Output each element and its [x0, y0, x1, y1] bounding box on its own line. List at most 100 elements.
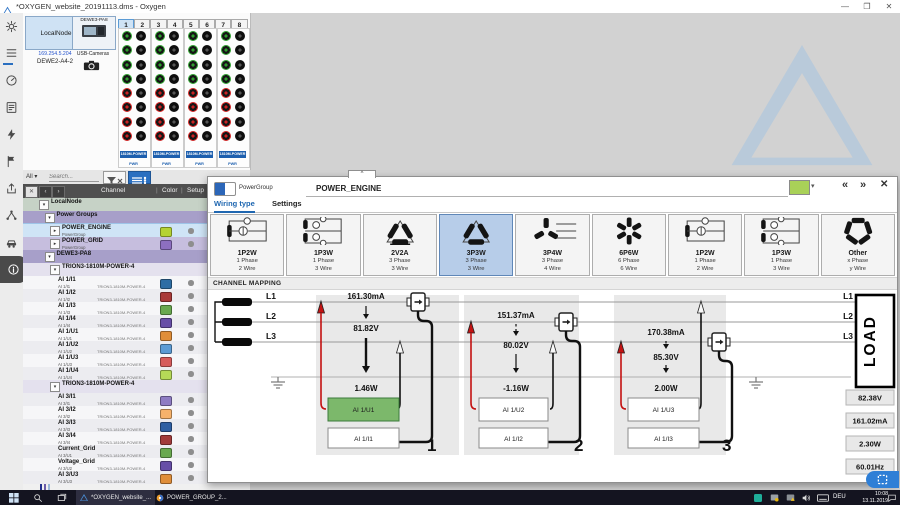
tray-date: 13.11.2019 — [862, 497, 888, 504]
wiring-type-other-8[interactable]: Other x Phase y Wire — [820, 214, 895, 276]
group-color-swatch[interactable] — [789, 180, 810, 195]
module-label-bar: 1810M-POWER — [153, 151, 180, 158]
color-chip[interactable] — [160, 343, 172, 354]
channel-list-icon[interactable] — [0, 40, 23, 67]
close-dialog-button[interactable]: ✕ — [880, 179, 888, 190]
events-icon[interactable] — [0, 148, 23, 175]
collapse-dialog-handle[interactable]: ^ — [348, 170, 376, 178]
expander-icon[interactable]: ▸ — [50, 239, 60, 249]
line-label-right-L2: L2 — [843, 311, 853, 321]
remote-device-card[interactable]: DEWE3-PA8 — [72, 16, 116, 50]
speaker-icon[interactable] — [800, 492, 812, 504]
settings-icon[interactable] — [0, 13, 23, 40]
color-chip[interactable] — [160, 356, 172, 367]
color-chip[interactable] — [160, 226, 172, 237]
wiring-type-3p3w-3[interactable]: 3P3W 3 Phase 3 Wire — [438, 214, 514, 276]
color-chip[interactable] — [160, 369, 172, 380]
maximize-button[interactable]: ❐ — [856, 0, 878, 13]
status-dot — [188, 345, 194, 351]
collapse-all-button[interactable]: ✕ — [25, 185, 38, 198]
wiring-type-1p3w-1[interactable]: 1P3W 1 Phase 3 Wire — [286, 214, 361, 276]
close-button[interactable]: ✕ — [878, 0, 900, 13]
color-chip[interactable] — [160, 395, 172, 406]
trigger-icon[interactable] — [0, 121, 23, 148]
back-button[interactable]: ‹ — [39, 185, 52, 198]
color-chip[interactable] — [160, 421, 172, 432]
measurement-icon[interactable] — [0, 67, 23, 94]
color-chip[interactable] — [160, 460, 172, 471]
start-button[interactable] — [4, 492, 24, 504]
column-color[interactable]: Color — [162, 187, 178, 194]
tab-wiring-type[interactable]: Wiring type — [214, 199, 255, 213]
color-chip[interactable] — [160, 330, 172, 341]
expander-icon[interactable]: ▾ — [44, 213, 55, 223]
previous-group-button[interactable]: « — [842, 179, 848, 191]
banana-jack-signal — [188, 131, 198, 142]
clock[interactable]: 10:08 13.11.2019 — [848, 491, 888, 504]
row-label: AI 3/I2 — [58, 407, 76, 413]
expander-icon[interactable]: ▾ — [50, 265, 60, 275]
expander-icon[interactable]: ▾ — [39, 200, 49, 210]
filter-funnel-button[interactable] — [103, 171, 126, 184]
tab-settings[interactable]: Settings — [272, 199, 302, 211]
export-icon[interactable] — [0, 175, 23, 202]
search-icon[interactable] — [28, 492, 48, 504]
banana-jack-ground — [202, 88, 212, 99]
color-chip[interactable] — [160, 239, 172, 250]
color-chip[interactable] — [160, 434, 172, 445]
color-chip[interactable] — [160, 278, 172, 289]
network-icon[interactable] — [0, 202, 23, 229]
group-name-input[interactable] — [306, 180, 788, 197]
wiring-type-2v2a-2[interactable]: 2V2A 3 Phase 3 Wire — [362, 214, 437, 276]
color-chip[interactable] — [160, 291, 172, 302]
expander-icon[interactable]: ▾ — [44, 252, 55, 262]
row-label: AI 1/U1 — [58, 329, 79, 335]
column-channel[interactable]: Channel — [101, 187, 125, 194]
tray-app-icon-2[interactable] — [768, 492, 780, 504]
color-chip[interactable] — [160, 473, 172, 484]
expander-icon[interactable]: ▾ — [50, 382, 60, 392]
filter-dropdown[interactable]: All ▾ — [26, 173, 37, 180]
current-clamp — [406, 292, 430, 312]
tray-app-icon-1[interactable] — [752, 492, 764, 504]
taskbar-app-oxygen[interactable]: *OXYGEN_website_... — [76, 490, 156, 505]
row-module-label: TRION3-1810M-POWER-4 — [97, 361, 146, 367]
keyboard-icon[interactable] — [816, 492, 830, 504]
color-chip[interactable] — [160, 304, 172, 315]
screens-icon[interactable] — [0, 94, 23, 121]
row-sublabel: AI 1/I1 — [58, 283, 71, 289]
vehicle-icon[interactable] — [0, 229, 23, 256]
wiring-type-3p4w-4[interactable]: 3P4W 3 Phase 4 Wire — [515, 214, 590, 276]
channel-view-button[interactable] — [128, 171, 151, 185]
forward-button[interactable]: › — [52, 185, 65, 198]
camera-icon[interactable] — [83, 58, 100, 76]
color-dropdown-icon[interactable]: ▾ — [811, 182, 815, 190]
tray-warning-icon[interactable] — [784, 492, 796, 504]
wiring-type-1p2w-6[interactable]: 1P2W 1 Phase 2 Wire — [667, 214, 743, 276]
color-chip[interactable] — [160, 408, 172, 419]
banana-jack-ground — [235, 102, 245, 113]
power-group-toggle[interactable] — [214, 182, 236, 196]
taskbar-app-power-group[interactable]: POWER_GROUP_2... — [152, 490, 231, 505]
search-input[interactable] — [49, 172, 99, 182]
expander-icon[interactable]: ▸ — [50, 226, 60, 236]
wiring-type-6p6w-5[interactable]: 6P6W 6 Phase 6 Wire — [591, 214, 666, 276]
connector-row — [119, 86, 150, 100]
column-setup[interactable]: Setup — [187, 187, 204, 194]
touch-keyboard-button[interactable] — [866, 471, 899, 488]
color-chip[interactable] — [160, 317, 172, 328]
phase-3-current: 170.38mA — [647, 328, 685, 337]
task-view-icon[interactable] — [52, 492, 72, 504]
wiring-type-1p2w-0[interactable]: 1P2W 1 Phase 2 Wire — [210, 214, 285, 276]
language-indicator[interactable]: DEU — [833, 494, 846, 500]
next-group-button[interactable]: » — [860, 179, 866, 191]
color-chip[interactable] — [160, 447, 172, 458]
wiring-type-1p3w-7[interactable]: 1P3W 1 Phase 3 Wire — [744, 214, 819, 276]
banana-jack-ground — [136, 59, 146, 70]
banana-jack-ground — [136, 88, 146, 99]
row-module-label: TRION3-1810M-POWER-4 — [97, 309, 146, 315]
phase-2-current: 151.37mA — [497, 311, 535, 320]
action-center-icon[interactable] — [886, 492, 898, 504]
minimize-button[interactable]: — — [834, 0, 856, 13]
connector-row — [119, 58, 150, 72]
